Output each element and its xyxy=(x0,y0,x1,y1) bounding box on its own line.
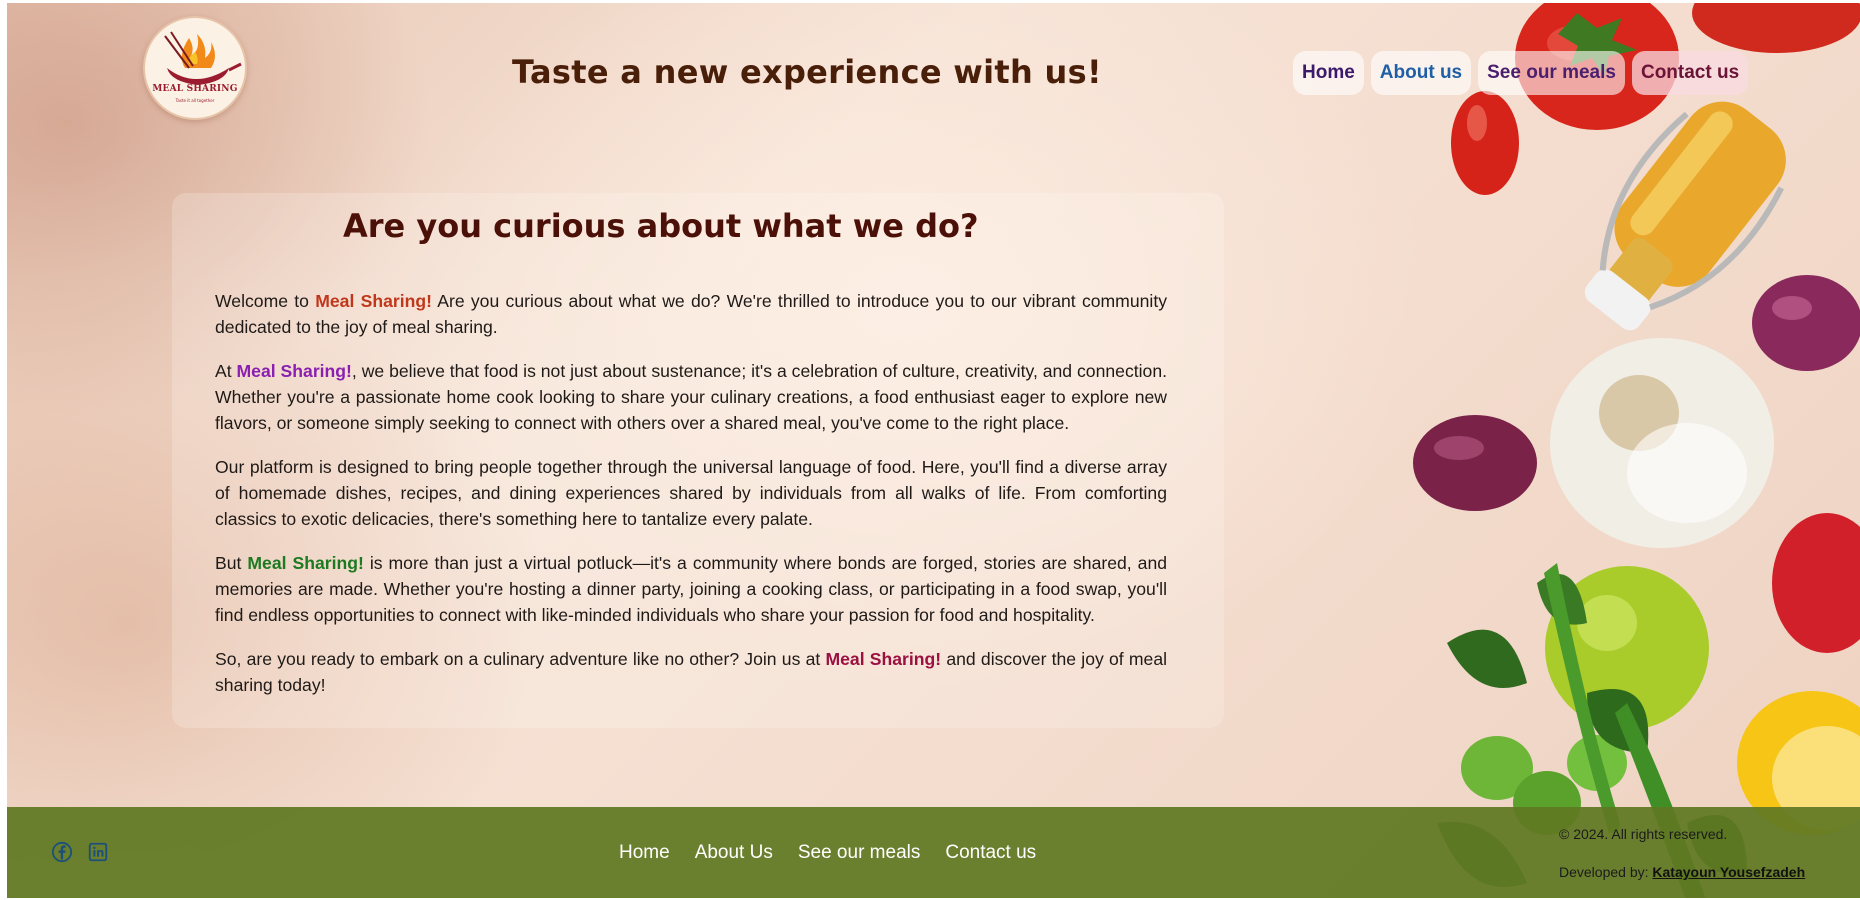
vegetables-image xyxy=(1413,3,1860,898)
wok-flame-icon xyxy=(164,31,242,85)
social-links xyxy=(51,841,109,863)
brand-name: Meal Sharing! xyxy=(825,649,942,669)
linkedin-icon[interactable] xyxy=(87,841,109,863)
site-footer: Home About Us See our meals Contact us ©… xyxy=(7,807,1860,898)
nav-home-button[interactable]: Home xyxy=(1293,51,1364,95)
facebook-icon[interactable] xyxy=(51,841,73,863)
meal-sharing-logo[interactable]: MEAL SHARING Taste it all together xyxy=(143,16,247,120)
paragraph-join: So, are you ready to embark on a culinar… xyxy=(215,649,1168,695)
nav-contact-button[interactable]: Contact us xyxy=(1631,51,1749,95)
brand-name: Meal Sharing! xyxy=(236,361,352,381)
footer-link-contact[interactable]: Contact us xyxy=(945,842,1036,864)
brand-name: Meal Sharing! xyxy=(247,553,364,573)
footer-nav: Home About Us See our meals Contact us xyxy=(619,842,1036,864)
about-content: Welcome to Meal Sharing! Are you curious… xyxy=(215,288,1167,716)
footer-link-home[interactable]: Home xyxy=(619,842,670,864)
paragraph-platform: Our platform is designed to bring people… xyxy=(215,457,1167,529)
developer-credit: Developed by: Katayoun Yousefzadeh xyxy=(1559,864,1806,880)
logo-subtext: Taste it all together xyxy=(175,98,215,103)
footer-link-meals[interactable]: See our meals xyxy=(798,842,921,864)
footer-link-about[interactable]: About Us xyxy=(695,842,773,864)
paragraph-belief: At Meal Sharing!, we believe that food i… xyxy=(215,361,1167,433)
developer-link[interactable]: Katayoun Yousefzadeh xyxy=(1652,864,1805,880)
page-title: Are you curious about what we do? xyxy=(343,207,979,245)
logo-text: MEAL SHARING xyxy=(152,84,238,94)
nav-meals-button[interactable]: See our meals xyxy=(1478,51,1625,95)
header-tagline: Taste a new experience with us! xyxy=(512,53,1102,91)
paragraph-community: But Meal Sharing! is more than just a vi… xyxy=(215,553,1168,625)
paragraph-welcome: Welcome to Meal Sharing! Are you curious… xyxy=(215,291,1167,337)
copyright-text: © 2024. All rights reserved. xyxy=(1559,826,1728,842)
brand-name: Meal Sharing! xyxy=(315,291,432,311)
nav-about-button[interactable]: About us xyxy=(1370,51,1472,95)
main-nav: Home About us See our meals Contact us xyxy=(1293,51,1749,95)
